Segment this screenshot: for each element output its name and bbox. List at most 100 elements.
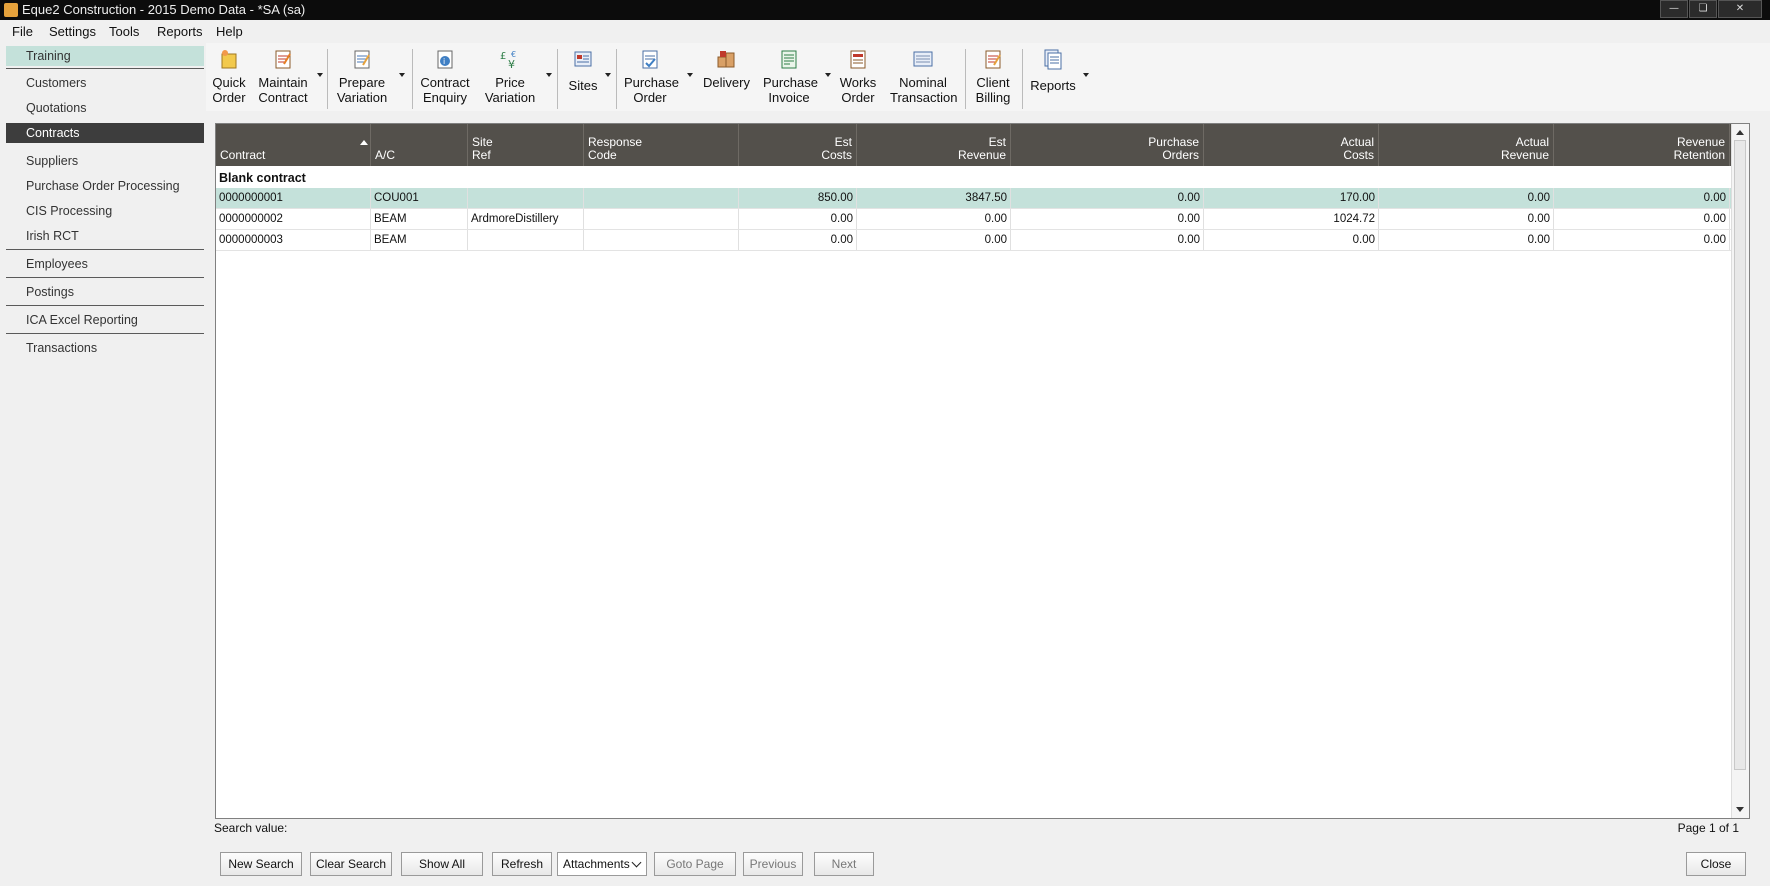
price-variation-icon: £¥€ xyxy=(500,50,516,71)
contract-enquiry-button[interactable]: i Contract Enquiry xyxy=(420,48,470,105)
close-button[interactable]: Close xyxy=(1686,852,1746,876)
column-header-contract[interactable]: Contract xyxy=(216,124,371,166)
column-header-purchase-orders[interactable]: Purchase Orders xyxy=(1011,124,1204,166)
sidebar-item-employees[interactable]: Employees xyxy=(6,254,204,274)
cell-site-ref xyxy=(468,188,584,208)
maintain-contract-dropdown-icon[interactable] xyxy=(317,73,323,77)
svg-text:¥: ¥ xyxy=(508,58,515,70)
scrollbar-thumb[interactable] xyxy=(1734,140,1746,770)
cell-site-ref xyxy=(468,230,584,250)
reports-button[interactable]: Reports xyxy=(1030,48,1076,93)
cell-actual-costs: 0.00 xyxy=(1204,230,1379,250)
toolbar-separator xyxy=(412,49,413,109)
clear-search-button[interactable]: Clear Search xyxy=(310,852,392,876)
cell-est-costs: 0.00 xyxy=(739,209,857,229)
column-header-actual-revenue[interactable]: Actual Revenue xyxy=(1379,124,1554,166)
purchase-order-dropdown-icon[interactable] xyxy=(687,73,693,77)
cell-site-ref: ArdmoreDistillery xyxy=(468,209,584,229)
goto-page-button[interactable]: Goto Page xyxy=(654,852,736,876)
purchase-invoice-dropdown-icon[interactable] xyxy=(825,73,831,77)
close-icon[interactable]: ✕ xyxy=(1718,0,1762,18)
sidebar-item-suppliers[interactable]: Suppliers xyxy=(6,151,204,171)
minimize-icon[interactable]: — xyxy=(1660,0,1688,18)
reports-dropdown-icon[interactable] xyxy=(1083,73,1089,77)
column-header-est-costs[interactable]: Est Costs xyxy=(739,124,857,166)
cell-ac: BEAM xyxy=(371,230,468,250)
quick-order-button[interactable]: Quick Order xyxy=(211,48,247,105)
table-row[interactable]: 0000000003 BEAM 0.00 0.00 0.00 0.00 0.00… xyxy=(216,230,1749,251)
contracts-grid: Contract A/C Site Ref Response Code Est Cos… xyxy=(215,123,1750,819)
scroll-up-icon[interactable] xyxy=(1736,130,1744,135)
sidebar-item-contracts[interactable]: Contracts xyxy=(6,123,204,143)
previous-button[interactable]: Previous xyxy=(743,852,803,876)
price-variation-button[interactable]: £ ¥ € Price Variation xyxy=(484,48,536,105)
sidebar-divider xyxy=(6,305,204,306)
column-header-site-ref[interactable]: Site Ref xyxy=(468,124,584,166)
sidebar-item-postings[interactable]: Postings xyxy=(6,282,204,302)
price-variation-dropdown-icon[interactable] xyxy=(546,73,552,77)
sidebar-item-cis-processing[interactable]: CIS Processing xyxy=(6,201,204,221)
purchase-order-button[interactable]: Purchase Order xyxy=(624,48,679,105)
column-header-revenue-retention[interactable]: Revenue Retention xyxy=(1554,124,1730,166)
column-header-est-revenue[interactable]: Est Revenue xyxy=(857,124,1011,166)
sidebar: Training Customers Quotations Contracts … xyxy=(4,43,204,886)
delivery-button[interactable]: Delivery xyxy=(703,48,750,90)
prepare-variation-dropdown-icon[interactable] xyxy=(399,73,405,77)
sidebar-divider xyxy=(6,68,204,69)
scroll-down-icon[interactable] xyxy=(1736,807,1744,812)
new-search-button[interactable]: New Search xyxy=(220,852,302,876)
client-billing-button[interactable]: Client Billing xyxy=(973,48,1013,105)
cell-ac: COU001 xyxy=(371,188,468,208)
cell-revenue-retention: 0.00 xyxy=(1554,188,1730,208)
sidebar-divider xyxy=(6,333,204,334)
cell-revenue-retention: 0.00 xyxy=(1554,209,1730,229)
attachments-select[interactable]: Attachments xyxy=(557,852,647,876)
sidebar-item-transactions[interactable]: Transactions xyxy=(6,338,204,358)
prepare-variation-icon xyxy=(354,50,370,69)
svg-text:€: € xyxy=(511,50,516,59)
maintain-contract-button[interactable]: Maintain Contract xyxy=(258,48,308,105)
nominal-transaction-button[interactable]: Nominal Transaction xyxy=(890,48,957,105)
show-all-button[interactable]: Show All xyxy=(401,852,483,876)
cell-est-revenue: 3847.50 xyxy=(857,188,1011,208)
restore-icon[interactable]: ❏ xyxy=(1689,0,1717,18)
refresh-button[interactable]: Refresh xyxy=(492,852,552,876)
purchase-order-icon xyxy=(642,50,658,69)
menu-help[interactable]: Help xyxy=(216,24,243,39)
works-order-button[interactable]: Works Order xyxy=(838,48,878,105)
table-row[interactable]: 0000000002 BEAM ArdmoreDistillery 0.00 0… xyxy=(216,209,1749,230)
cell-contract: 0000000003 xyxy=(216,230,371,250)
prepare-variation-button[interactable]: Prepare Variation xyxy=(335,48,389,105)
vertical-scrollbar[interactable] xyxy=(1731,124,1749,818)
column-header-ac[interactable]: A/C xyxy=(371,124,468,166)
sites-dropdown-icon[interactable] xyxy=(605,73,611,77)
cell-actual-revenue: 0.00 xyxy=(1379,230,1554,250)
sites-button[interactable]: Sites xyxy=(564,48,602,93)
cell-purchase-orders: 0.00 xyxy=(1011,209,1204,229)
sidebar-item-training[interactable]: Training xyxy=(6,46,204,66)
menu-file[interactable]: File xyxy=(12,24,33,39)
toolbar: Quick Order Maintain Contract Prepare Varia… xyxy=(206,43,1770,111)
menu-bar: File Settings Tools Reports Help xyxy=(0,20,1770,41)
sidebar-item-purchase-order-processing[interactable]: Purchase Order Processing xyxy=(6,176,204,196)
purchase-invoice-icon xyxy=(781,50,797,69)
menu-reports[interactable]: Reports xyxy=(157,24,203,39)
title-bar: Eque2 Construction - 2015 Demo Data - *S… xyxy=(0,0,1770,20)
delivery-icon xyxy=(717,51,735,68)
svg-text:i: i xyxy=(443,57,445,66)
next-button[interactable]: Next xyxy=(814,852,874,876)
cell-revenue-retention: 0.00 xyxy=(1554,230,1730,250)
sidebar-item-quotations[interactable]: Quotations xyxy=(6,98,204,118)
menu-settings[interactable]: Settings xyxy=(49,24,96,39)
window-controls: — ❏ ✕ xyxy=(1659,0,1762,18)
sidebar-item-irish-rct[interactable]: Irish RCT xyxy=(6,226,204,246)
sidebar-item-ica-excel-reporting[interactable]: ICA Excel Reporting xyxy=(6,310,204,330)
column-header-response-code[interactable]: Response Code xyxy=(584,124,739,166)
table-row[interactable]: 0000000001 COU001 850.00 3847.50 0.00 17… xyxy=(216,188,1749,209)
purchase-invoice-button[interactable]: Purchase Invoice xyxy=(763,48,818,105)
cell-est-revenue: 0.00 xyxy=(857,230,1011,250)
column-header-actual-costs[interactable]: Actual Costs xyxy=(1204,124,1379,166)
sidebar-item-customers[interactable]: Customers xyxy=(6,73,204,93)
page-indicator: Page 1 of 1 xyxy=(1677,821,1739,835)
menu-tools[interactable]: Tools xyxy=(109,24,139,39)
